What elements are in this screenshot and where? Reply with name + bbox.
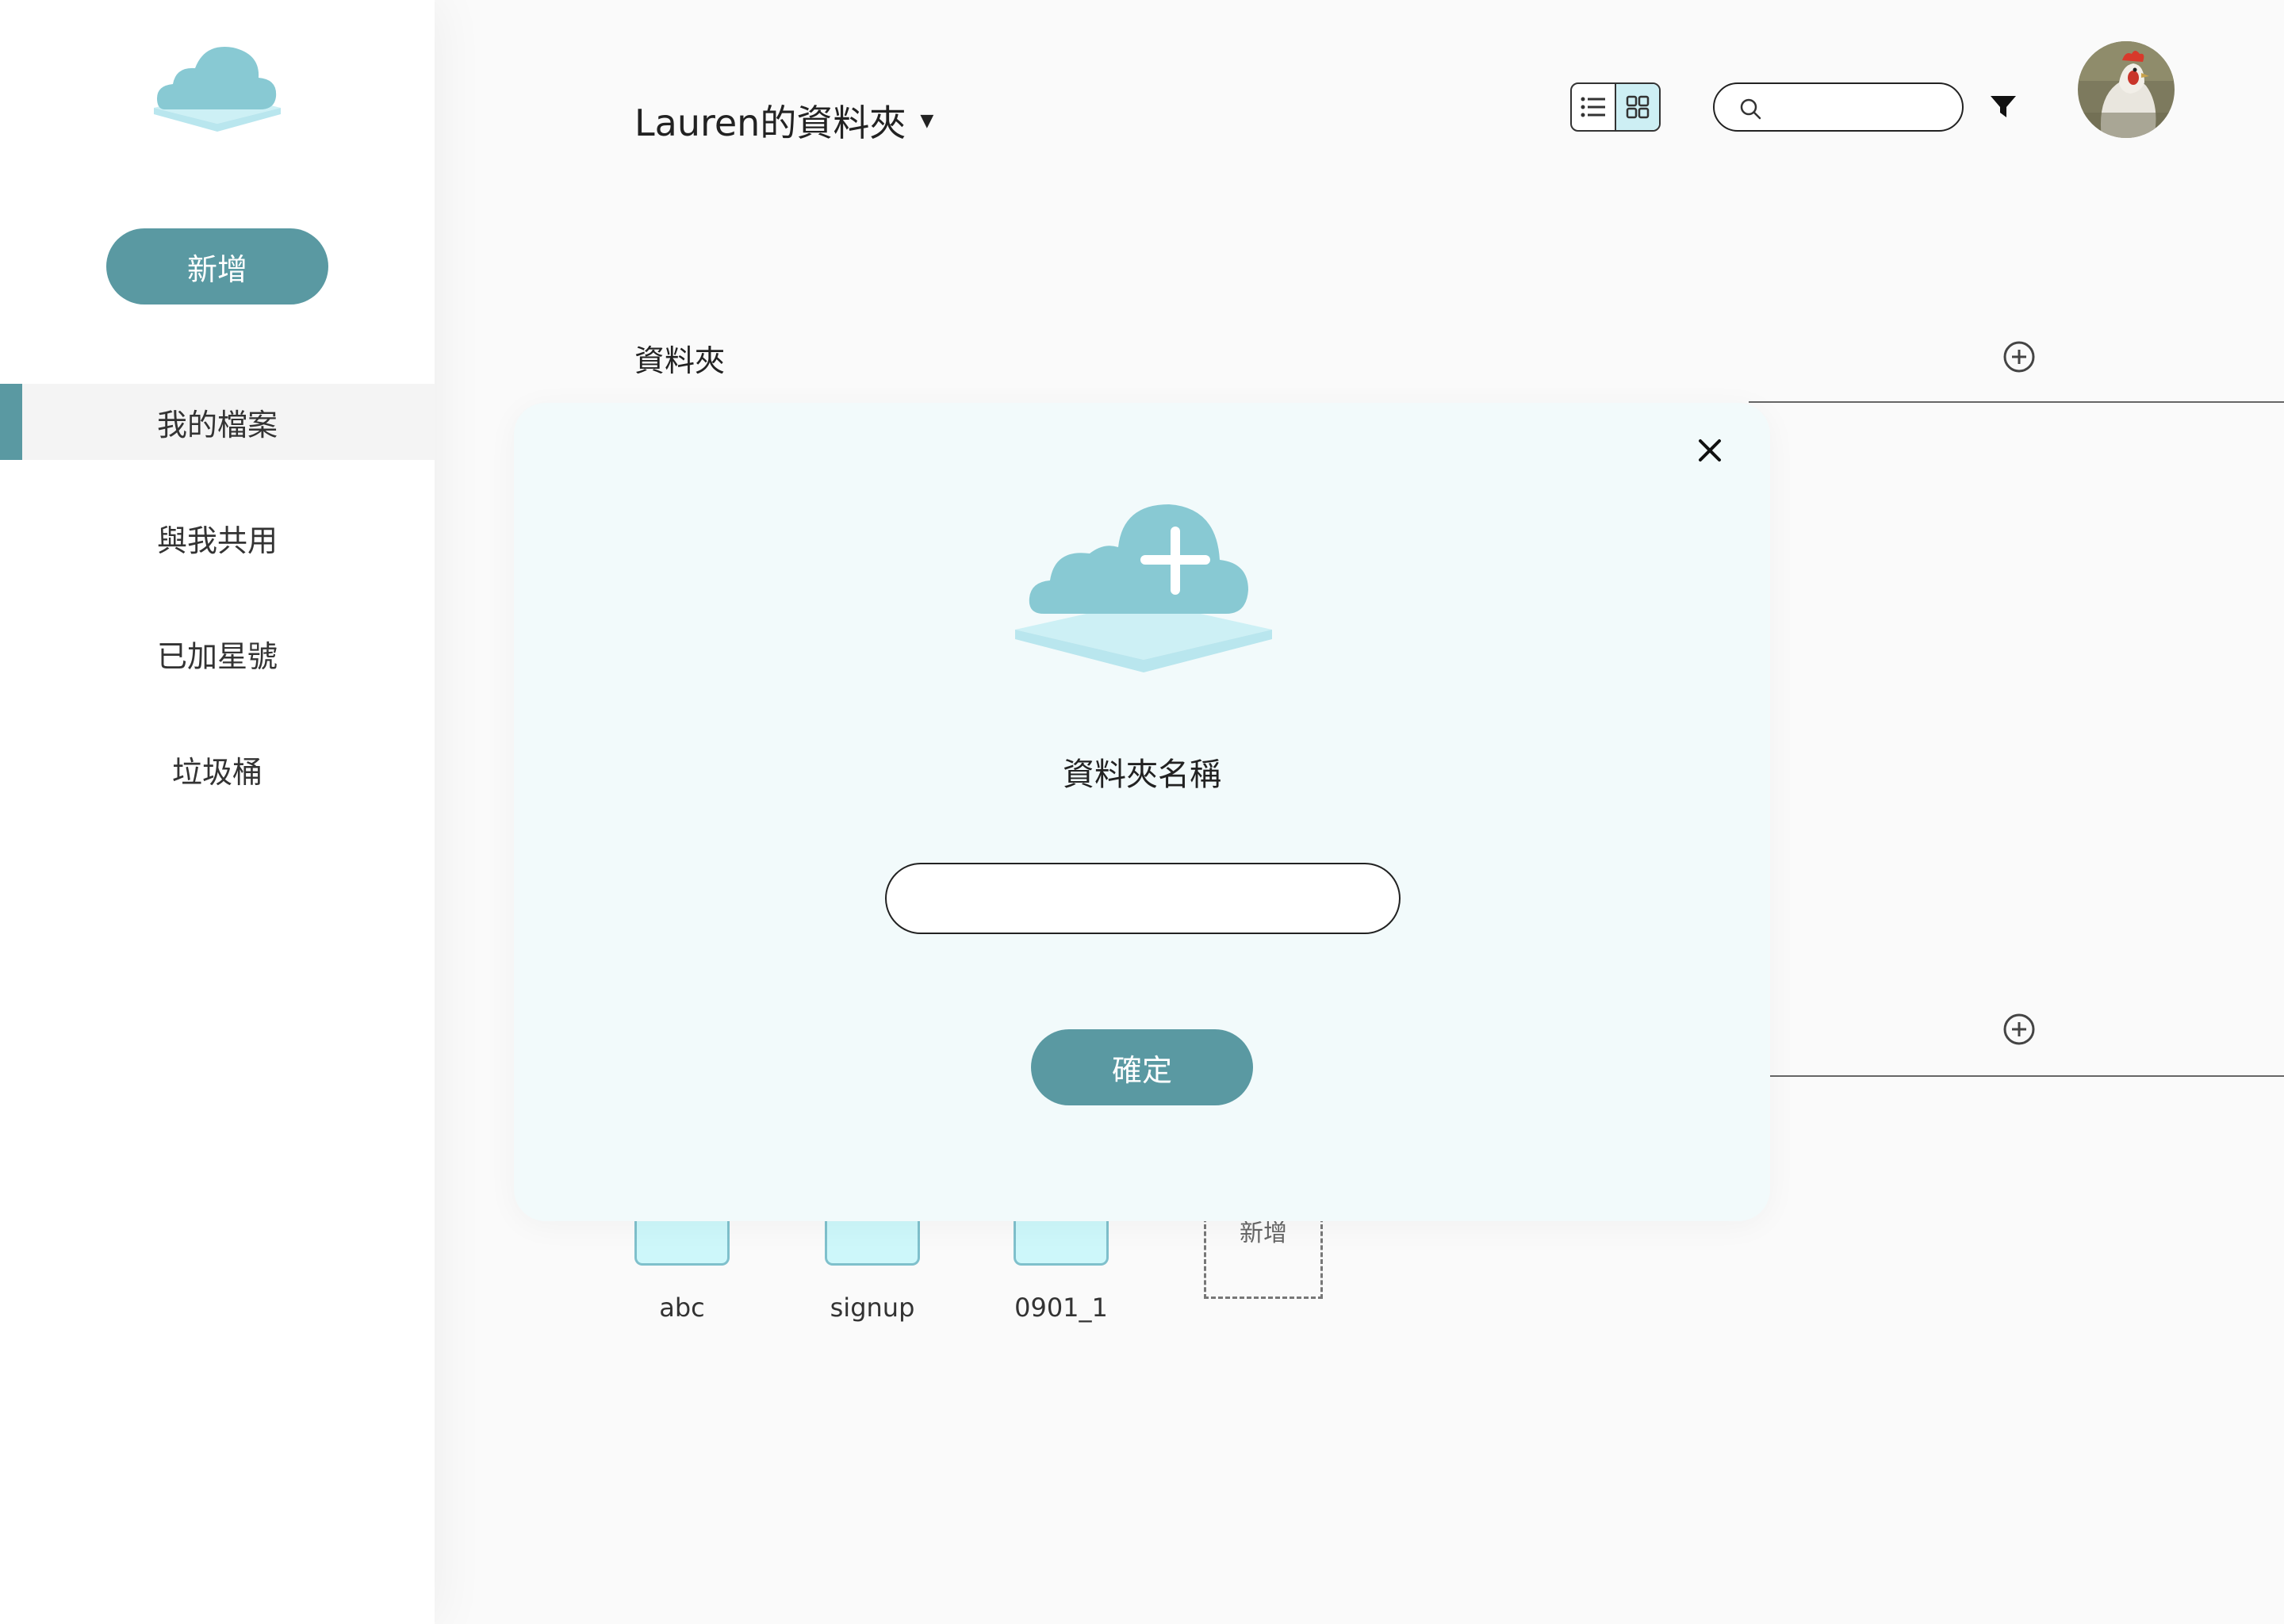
close-icon[interactable] [1696, 436, 1724, 465]
confirm-button[interactable]: 確定 [1031, 1029, 1253, 1105]
sidebar-item-trash[interactable]: 垃圾桶 [0, 731, 435, 807]
sidebar-item-label: 已加星號 [156, 638, 278, 674]
section-title-folders: 資料夾 [634, 343, 726, 378]
file-name: 0901_1 [1014, 1293, 1108, 1323]
section-divider [1769, 1075, 2284, 1077]
grid-icon [1626, 95, 1650, 119]
search-box[interactable] [1713, 82, 1964, 132]
rooster-avatar-image [2078, 41, 2175, 138]
grid-view-button[interactable] [1615, 84, 1659, 130]
folder-name-input[interactable] [885, 863, 1401, 934]
cloud-logo-icon[interactable] [149, 40, 286, 143]
list-view-button[interactable] [1572, 84, 1615, 130]
search-input[interactable] [1772, 90, 1949, 125]
caret-down-icon: ▼ [920, 110, 934, 131]
section-divider [1749, 401, 2284, 403]
new-folder-modal: 資料夾名稱 確定 [514, 403, 1770, 1221]
file-name: signup [830, 1293, 915, 1323]
avatar[interactable] [2078, 41, 2175, 138]
search-icon [1740, 98, 1761, 120]
add-folder-icon[interactable] [2002, 339, 2037, 374]
sidebar: 新增 我的檔案 與我共用 已加星號 垃圾桶 [0, 0, 435, 1624]
view-toggle [1570, 82, 1661, 132]
folder-title-dropdown[interactable]: Lauren的資料夾 ▼ [634, 97, 933, 144]
sidebar-item-shared-with-me[interactable]: 與我共用 [0, 500, 435, 576]
folder-name-label: 資料夾名稱 [1063, 756, 1221, 793]
sidebar-item-label: 垃圾桶 [171, 754, 263, 790]
sidebar-item-label: 我的檔案 [156, 407, 278, 442]
filter-icon[interactable] [1989, 94, 2018, 121]
page-title: Lauren的資料夾 [634, 102, 906, 144]
sidebar-item-my-files[interactable]: 我的檔案 [0, 384, 435, 460]
add-file-icon[interactable] [2002, 1012, 2037, 1047]
new-button[interactable]: 新增 [106, 228, 328, 304]
sidebar-item-label: 與我共用 [156, 523, 278, 558]
sidebar-item-starred[interactable]: 已加星號 [0, 615, 435, 691]
active-indicator [0, 384, 22, 460]
file-name: abc [659, 1293, 705, 1323]
cloud-add-icon [1015, 504, 1272, 672]
list-icon [1581, 97, 1605, 117]
